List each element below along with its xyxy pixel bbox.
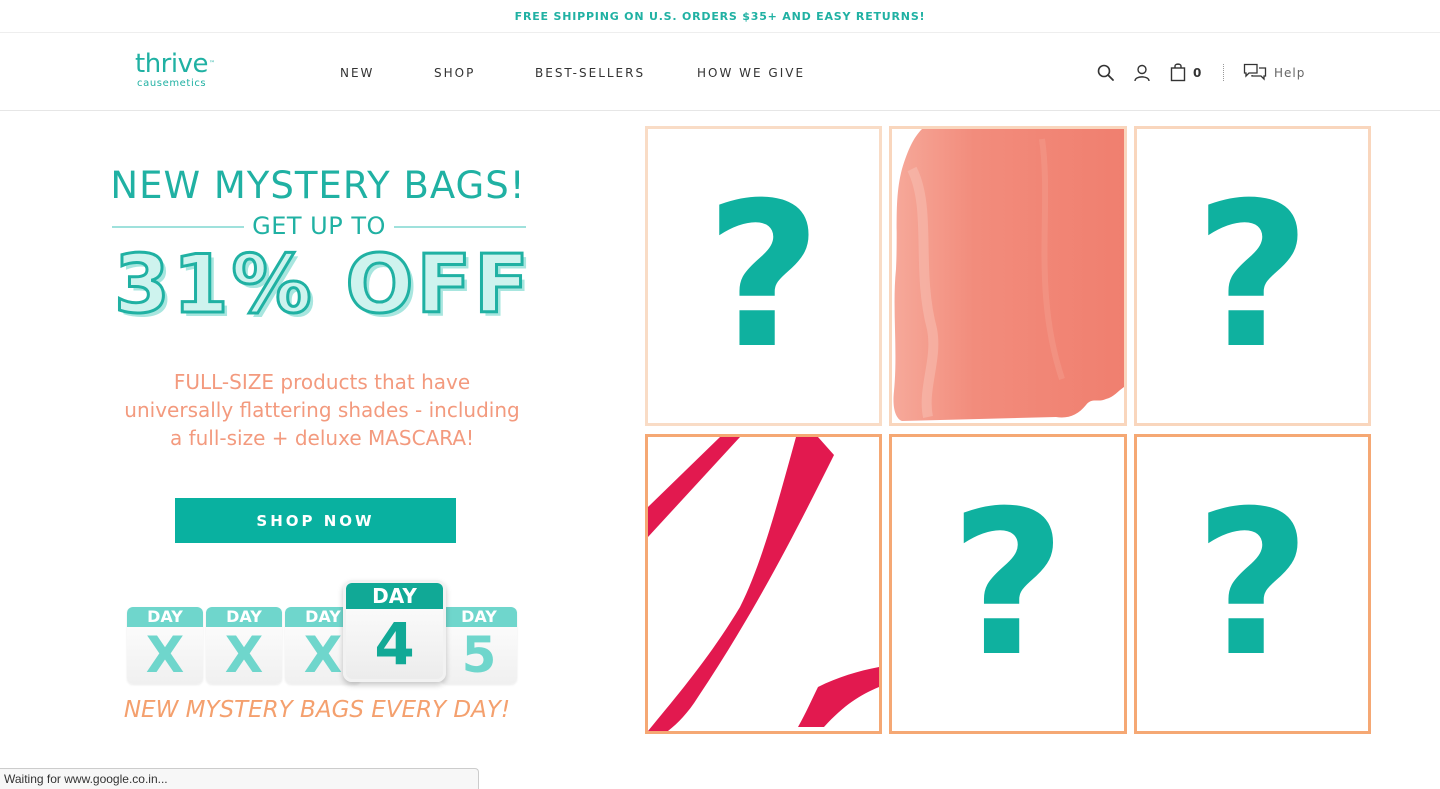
question-mark-icon: ?: [1194, 467, 1311, 701]
mystery-tile[interactable]: ?: [889, 434, 1127, 734]
logo-subtitle: causemetics: [137, 78, 207, 89]
day-card-label: DAY: [346, 583, 443, 609]
shopping-bag-icon[interactable]: [1170, 62, 1186, 87]
mystery-tile[interactable]: ?: [645, 126, 882, 426]
day-card: DAY X: [206, 607, 282, 684]
day-card-active: DAY 4: [343, 580, 446, 682]
question-mark-icon: ?: [949, 467, 1066, 701]
nav-item-how-we-give[interactable]: HOW WE GIVE: [697, 66, 805, 80]
shop-now-button[interactable]: SHOP NOW: [175, 498, 456, 543]
blush-swatch-image: [893, 129, 1124, 421]
promo-text: FREE SHIPPING ON U.S. ORDERS $35+ AND EA…: [514, 9, 926, 23]
hero-description: FULL-SIZE products that have universally…: [104, 368, 540, 452]
nav-item-new[interactable]: NEW: [340, 66, 374, 80]
hero-subtitle: GET UP TO: [252, 212, 386, 240]
description-line: FULL-SIZE products that have: [173, 370, 471, 394]
day-card-label: DAY: [127, 607, 203, 627]
day-card: DAY 5: [441, 607, 517, 684]
day-card-number: X: [224, 626, 264, 684]
description-line: universally flattering shades - includin…: [124, 398, 520, 422]
promo-bar: FREE SHIPPING ON U.S. ORDERS $35+ AND EA…: [0, 0, 1440, 33]
search-icon[interactable]: [1097, 64, 1115, 87]
nav-item-best-sellers[interactable]: BEST-SELLERS: [535, 66, 645, 80]
blush-swatch-tile[interactable]: [889, 126, 1127, 426]
question-mark-icon: ?: [705, 159, 822, 393]
header-divider: [1223, 64, 1224, 81]
lip-liner-swatch-tile[interactable]: [645, 434, 882, 734]
chat-help-icon[interactable]: [1243, 63, 1267, 86]
hero-title: NEW MYSTERY BAGS!: [110, 164, 526, 207]
nav-item-shop[interactable]: SHOP: [434, 66, 475, 80]
mystery-tile[interactable]: ?: [1134, 126, 1371, 426]
day-card: DAY X: [127, 607, 203, 684]
day-card-number: X: [145, 626, 185, 684]
lip-liner-swatch-image: [648, 437, 879, 731]
browser-status-bar: Waiting for www.google.co.in...: [0, 768, 479, 789]
mystery-tile[interactable]: ?: [1134, 434, 1371, 734]
day-card-number: 4: [374, 610, 415, 678]
day-card-label: DAY: [206, 607, 282, 627]
logo[interactable]: thrive™ causemetics: [135, 51, 235, 89]
cart-count[interactable]: 0: [1193, 66, 1201, 80]
day-card-number: 5: [461, 626, 497, 684]
day-card-label: DAY: [441, 607, 517, 627]
discount-headline: 31% OFF: [113, 237, 532, 333]
question-mark-icon: ?: [1194, 159, 1311, 393]
hero-tagline: NEW MYSTERY BAGS EVERY DAY!: [123, 697, 511, 723]
help-link[interactable]: Help: [1274, 66, 1305, 80]
description-line: a full-size + deluxe MASCARA!: [169, 426, 475, 450]
account-icon[interactable]: [1133, 64, 1151, 87]
site-header: thrive™ causemetics NEW SHOP BEST-SELLER…: [0, 33, 1440, 111]
logo-wordmark: thrive™: [135, 49, 215, 79]
